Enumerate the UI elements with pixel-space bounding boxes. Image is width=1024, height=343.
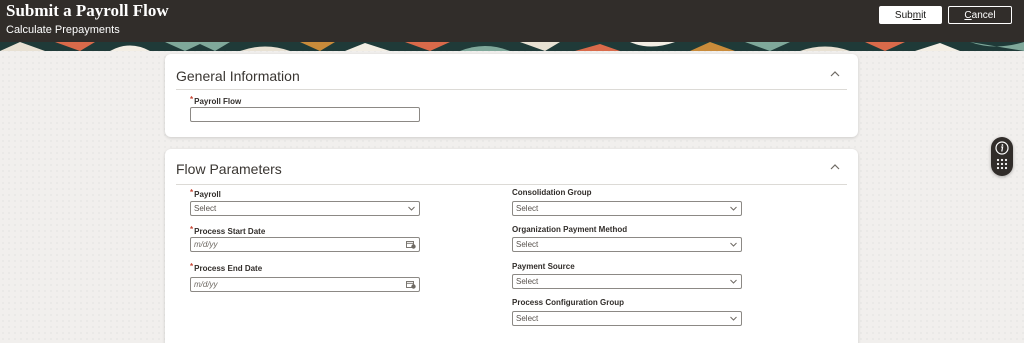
process-end-date-placeholder: m/d/yy bbox=[194, 280, 218, 289]
chevron-down-icon bbox=[730, 206, 737, 211]
chevron-down-icon bbox=[730, 279, 737, 284]
process-end-date-input[interactable]: m/d/yy bbox=[190, 277, 420, 292]
chevron-down-icon bbox=[730, 316, 737, 321]
cancel-button[interactable]: Cancel bbox=[948, 6, 1012, 24]
process-start-date-input[interactable]: m/d/yy bbox=[190, 237, 420, 252]
process-configuration-group-select-value: Select bbox=[516, 314, 539, 323]
chevron-down-icon bbox=[408, 206, 415, 211]
info-icon[interactable] bbox=[995, 141, 1009, 155]
payment-source-label: Payment Source bbox=[512, 262, 575, 271]
payment-source-select[interactable]: Select bbox=[512, 274, 742, 289]
chevron-down-icon bbox=[730, 242, 737, 247]
calendar-icon[interactable] bbox=[406, 280, 416, 289]
cancel-button-label: Cancel bbox=[964, 9, 996, 21]
consolidation-group-select-value: Select bbox=[516, 204, 539, 213]
process-start-date-label: *Process Start Date bbox=[190, 225, 266, 236]
payroll-label: *Payroll bbox=[190, 188, 221, 199]
section-divider bbox=[176, 184, 847, 185]
submit-button[interactable]: Submit bbox=[879, 6, 942, 24]
decorative-banner bbox=[0, 42, 1024, 51]
submit-button-label: Submit bbox=[894, 9, 927, 21]
required-indicator: * bbox=[190, 95, 194, 104]
calendar-icon[interactable] bbox=[406, 240, 416, 249]
page-header: Submit a Payroll Flow Calculate Prepayme… bbox=[0, 0, 1024, 42]
grid-icon[interactable] bbox=[996, 158, 1008, 170]
section-title-general-information: General Information bbox=[176, 68, 300, 84]
consolidation-group-label: Consolidation Group bbox=[512, 188, 592, 197]
payroll-select-value: Select bbox=[194, 204, 217, 213]
general-information-section: General Information *Payroll Flow bbox=[165, 54, 858, 137]
help-widget bbox=[991, 137, 1013, 176]
organization-payment-method-label: Organization Payment Method bbox=[512, 225, 628, 234]
page-subtitle: Calculate Prepayments bbox=[6, 24, 120, 36]
payroll-flow-label: *Payroll Flow bbox=[190, 95, 242, 106]
payroll-flow-input[interactable] bbox=[190, 107, 420, 122]
required-indicator: * bbox=[190, 188, 194, 197]
chevron-up-icon[interactable] bbox=[830, 70, 840, 77]
organization-payment-method-select-value: Select bbox=[516, 240, 539, 249]
process-configuration-group-label: Process Configuration Group bbox=[512, 298, 625, 307]
required-indicator: * bbox=[190, 225, 194, 234]
process-end-date-label: *Process End Date bbox=[190, 262, 263, 273]
payroll-select[interactable]: Select bbox=[190, 201, 420, 216]
payment-source-select-value: Select bbox=[516, 277, 539, 286]
section-divider bbox=[176, 89, 847, 90]
chevron-up-icon[interactable] bbox=[830, 163, 840, 170]
required-indicator: * bbox=[190, 262, 194, 271]
organization-payment-method-select[interactable]: Select bbox=[512, 237, 742, 252]
page-title: Submit a Payroll Flow bbox=[6, 1, 169, 20]
process-configuration-group-select[interactable]: Select bbox=[512, 311, 742, 326]
consolidation-group-select[interactable]: Select bbox=[512, 201, 742, 216]
section-title-flow-parameters: Flow Parameters bbox=[176, 161, 282, 177]
process-start-date-placeholder: m/d/yy bbox=[194, 240, 218, 249]
flow-parameters-section: Flow Parameters *Payroll Select *Process… bbox=[165, 149, 858, 343]
